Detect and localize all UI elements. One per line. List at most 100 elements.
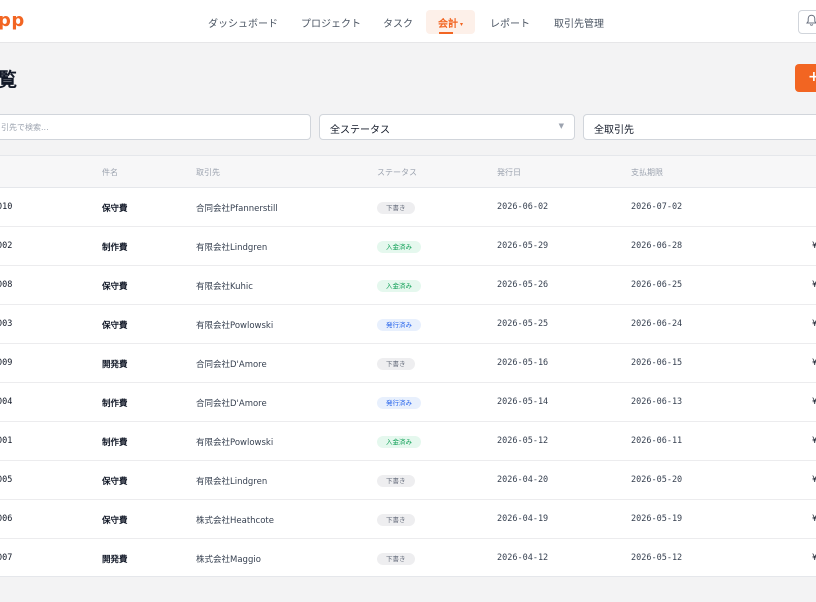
table-row[interactable]: 009 開発費 合同会社D'Amore 下書き 2026-05-16 2026-06-15… (0, 344, 816, 383)
invoice-number[interactable]: 004 (0, 397, 12, 407)
due-date: 2026-05-12 (631, 553, 683, 563)
table-row[interactable]: 001 制作費 有限会社Powlowski 入金済み 2026-05-12 2026-06… (0, 422, 816, 461)
invoice-amount: ¥ (812, 553, 816, 563)
issue-date: 2026-05-12 (497, 436, 549, 446)
nav-reports[interactable]: レポート (490, 15, 530, 30)
table-row[interactable]: 010 保守費 合同会社Pfannerstill 下書き 2026-06-02 2026-… (0, 188, 816, 227)
table-row[interactable]: 005 保守費 有限会社Lindgren 下書き 2026-04-20 2026-05-2… (0, 461, 816, 500)
invoice-client: 有限会社Lindgren (196, 477, 268, 487)
invoice-subject: 制作費 (102, 438, 128, 448)
status-badge: 下書き (377, 358, 415, 370)
status-filter-select[interactable]: 全ステータス ▼ (319, 114, 575, 140)
nav-accounting[interactable]: 会計 ▾ (426, 10, 476, 34)
invoice-number[interactable]: 009 (0, 358, 12, 368)
invoice-subject: 保守費 (102, 204, 128, 214)
invoice-number[interactable]: 006 (0, 514, 12, 524)
invoice-subject: 制作費 (102, 399, 128, 409)
invoice-client: 有限会社Powlowski (196, 438, 274, 448)
due-date: 2026-05-19 (631, 514, 683, 524)
nav-clients[interactable]: 取引先管理 (554, 15, 604, 30)
invoice-amount: ¥ (812, 514, 816, 524)
invoice-number[interactable]: 010 (0, 202, 12, 212)
invoice-number[interactable]: 007 (0, 553, 12, 563)
invoice-client: 株式会社Heathcote (196, 516, 274, 526)
issue-date: 2026-04-20 (497, 475, 549, 485)
invoice-amount: ¥ (812, 280, 816, 290)
table-row[interactable]: 007 開発費 株式会社Maggio 下書き 2026-04-12 2026-05-12 ¥ (0, 539, 816, 576)
invoice-number[interactable]: 003 (0, 319, 12, 329)
invoice-amount: ¥ (812, 241, 816, 251)
invoice-number[interactable]: 005 (0, 475, 12, 485)
column-header-status[interactable]: ステータス (377, 167, 417, 178)
invoice-client: 株式会社Maggio (196, 555, 261, 565)
client-filter-select[interactable]: 全取引先 (583, 114, 816, 140)
column-header-client[interactable]: 取引先 (196, 167, 220, 178)
invoice-client: 合同会社D'Amore (196, 360, 267, 370)
search-input[interactable] (0, 114, 311, 140)
table-row[interactable]: 002 制作費 有限会社Lindgren 入金済み 2026-05-29 2026-06-… (0, 227, 816, 266)
nav-projects[interactable]: プロジェクト (301, 15, 361, 30)
invoice-client: 有限会社Powlowski (196, 321, 274, 331)
issue-date: 2026-04-19 (497, 514, 549, 524)
invoice-amount: ¥ (812, 397, 816, 407)
column-header-issue-date[interactable]: 発行日 (497, 167, 521, 178)
status-badge: 下書き (377, 475, 415, 487)
client-filter-value: 全取引先 (594, 125, 634, 136)
status-badge: 下書き (377, 553, 415, 565)
due-date: 2026-06-24 (631, 319, 683, 329)
due-date: 2026-06-15 (631, 358, 683, 368)
due-date: 2026-06-13 (631, 397, 683, 407)
issue-date: 2026-05-14 (497, 397, 549, 407)
invoice-subject: 保守費 (102, 516, 128, 526)
invoice-client: 有限会社Kuhic (196, 282, 253, 292)
invoice-subject: 保守費 (102, 321, 128, 331)
issue-date: 2026-05-29 (497, 241, 549, 251)
table-header: 件名 取引先 ステータス 発行日 支払期限 (0, 156, 816, 188)
chevron-down-icon: ▼ (558, 122, 564, 130)
table-row[interactable]: 004 制作費 合同会社D'Amore 発行済み 2026-05-14 2026-06-1… (0, 383, 816, 422)
table-row[interactable]: 003 保守費 有限会社Powlowski 発行済み 2026-05-25 2026-06… (0, 305, 816, 344)
invoice-amount: ¥ (812, 436, 816, 446)
top-navbar: pp ダッシュボード プロジェクト タスク 会計 ▾ レポート 取引先管理 (0, 0, 816, 43)
invoice-table: 件名 取引先 ステータス 発行日 支払期限 010 保守費 合同会社Pfanners… (0, 155, 816, 577)
chevron-down-icon: ▾ (460, 21, 464, 28)
invoice-number[interactable]: 001 (0, 436, 12, 446)
invoice-subject: 開発費 (102, 555, 128, 565)
table-row[interactable]: 008 保守費 有限会社Kuhic 入金済み 2026-05-26 2026-06-25 ¥ (0, 266, 816, 305)
column-header-subject[interactable]: 件名 (102, 167, 118, 178)
issue-date: 2026-05-16 (497, 358, 549, 368)
invoice-subject: 制作費 (102, 243, 128, 253)
status-badge: 入金済み (377, 241, 421, 253)
invoice-number[interactable]: 008 (0, 280, 12, 290)
nav-accounting-label: 会計 (438, 19, 458, 30)
status-badge: 発行済み (377, 319, 421, 331)
invoice-amount: ¥ (812, 319, 816, 329)
bell-icon (806, 14, 816, 30)
invoice-amount: ¥ (812, 475, 816, 485)
app-logo[interactable]: pp (0, 10, 25, 31)
due-date: 2026-05-20 (631, 475, 683, 485)
status-badge: 発行済み (377, 397, 421, 409)
due-date: 2026-07-02 (631, 202, 683, 212)
invoice-client: 合同会社Pfannerstill (196, 204, 278, 214)
status-filter-value: 全ステータス (330, 125, 390, 136)
issue-date: 2026-05-25 (497, 319, 549, 329)
issue-date: 2026-04-12 (497, 553, 549, 563)
status-badge: 下書き (377, 202, 415, 214)
nav-dashboard[interactable]: ダッシュボード (208, 15, 278, 30)
invoice-number[interactable]: 002 (0, 241, 12, 251)
notifications-button[interactable] (798, 10, 816, 34)
add-invoice-button[interactable]: + (795, 64, 816, 92)
issue-date: 2026-05-26 (497, 280, 549, 290)
column-header-due-date[interactable]: 支払期限 (631, 167, 663, 178)
status-badge: 下書き (377, 514, 415, 526)
due-date: 2026-06-25 (631, 280, 683, 290)
page-title: 覧 (0, 69, 18, 91)
invoice-amount: ¥ (812, 358, 816, 368)
issue-date: 2026-06-02 (497, 202, 549, 212)
status-badge: 入金済み (377, 280, 421, 292)
due-date: 2026-06-28 (631, 241, 683, 251)
invoice-client: 有限会社Lindgren (196, 243, 268, 253)
nav-tasks[interactable]: タスク (383, 15, 413, 30)
table-row[interactable]: 006 保守費 株式会社Heathcote 下書き 2026-04-19 2026-05-… (0, 500, 816, 539)
